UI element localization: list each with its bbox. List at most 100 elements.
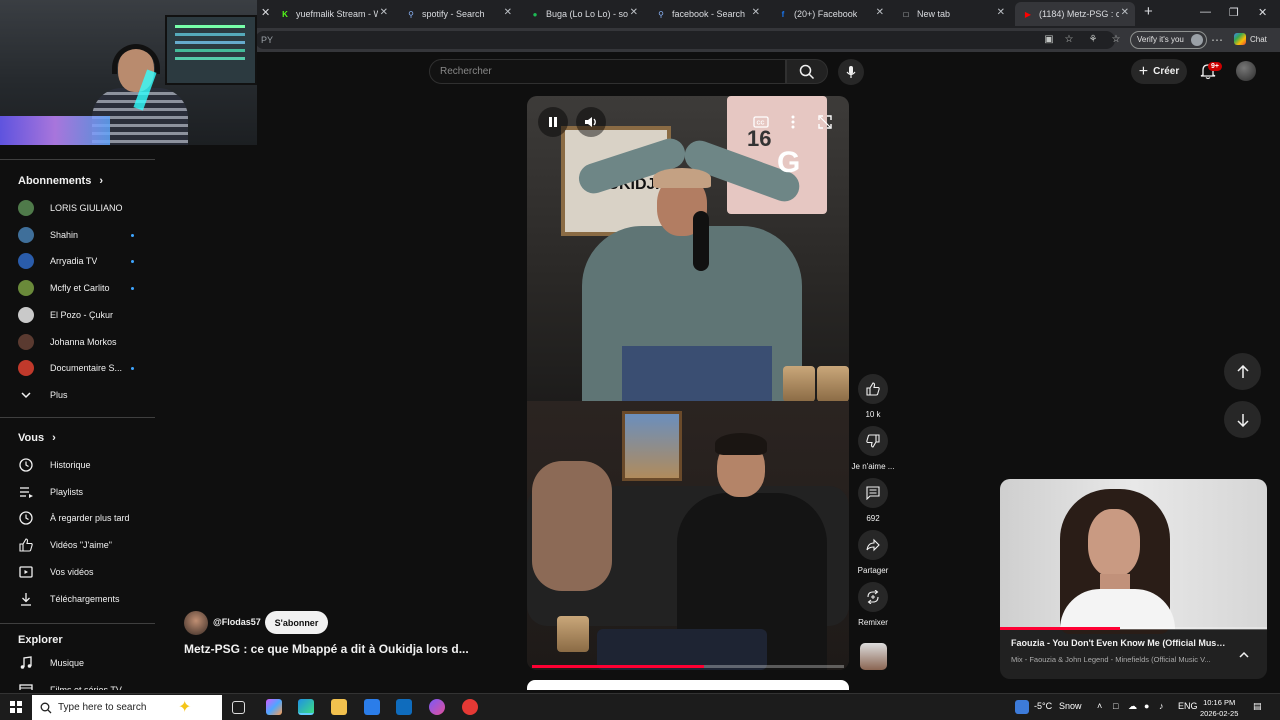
file-explorer-icon[interactable] bbox=[331, 699, 347, 715]
fullscreen-button[interactable] bbox=[815, 112, 835, 132]
subscriptions-heading[interactable]: Abonnements › bbox=[18, 175, 103, 187]
remix-button[interactable]: Remixer bbox=[850, 582, 896, 627]
share-button[interactable]: Partager bbox=[850, 530, 896, 575]
channel-avatar[interactable] bbox=[184, 611, 208, 635]
sidebar-item-films[interactable]: Films et séries TV bbox=[18, 680, 138, 690]
install-app-icon[interactable]: ▣ bbox=[1043, 34, 1055, 46]
tray-app-icon[interactable]: □ bbox=[1113, 701, 1118, 711]
original-sound-thumbnail[interactable] bbox=[860, 643, 887, 670]
sidebar-item-subscription[interactable]: Documentaire S... bbox=[18, 358, 138, 378]
more-menu-icon[interactable]: ⋯ bbox=[1211, 34, 1223, 46]
tab-close-icon[interactable]: ✕ bbox=[1121, 7, 1129, 18]
more-options-button[interactable] bbox=[783, 112, 803, 132]
browser-tab[interactable]: □ New tab ✕ bbox=[893, 2, 1011, 26]
outlook-icon[interactable] bbox=[396, 699, 412, 715]
tab-close-icon[interactable]: ✕ bbox=[380, 7, 388, 18]
sidebar-item-your-videos[interactable]: Vos vidéos bbox=[18, 562, 138, 582]
weather-temp[interactable]: -5°C bbox=[1034, 701, 1052, 711]
task-view-icon[interactable] bbox=[232, 701, 245, 714]
channel-handle[interactable]: @Flodas57 bbox=[213, 617, 261, 627]
sidebar-item-more[interactable]: Plus bbox=[18, 385, 138, 405]
sidebar-item-subscription[interactable]: Shahin bbox=[18, 225, 138, 245]
search-button[interactable] bbox=[786, 59, 828, 84]
comments-button[interactable]: 692 bbox=[856, 478, 890, 523]
edge-taskbar-icon[interactable] bbox=[298, 699, 314, 715]
miniplayer-progress-fill bbox=[1000, 627, 1121, 630]
tab-close-icon[interactable]: ✕ bbox=[997, 7, 1005, 18]
voice-search-button[interactable] bbox=[838, 59, 864, 85]
minimize-icon[interactable]: — bbox=[1200, 6, 1211, 18]
miniplayer-title[interactable]: Faouzia - You Don't Even Know Me (Offici… bbox=[1011, 638, 1226, 648]
sidebar-item-subscription[interactable]: Mcfly et Carlito bbox=[18, 278, 138, 298]
search-input[interactable]: Rechercher bbox=[429, 59, 786, 84]
copilot-taskbar-icon[interactable] bbox=[266, 699, 282, 715]
dislike-button[interactable]: Je n'aime ... bbox=[850, 426, 896, 471]
browser-tab[interactable]: Kyuefmalik Stream - Watc✕ bbox=[272, 2, 394, 26]
sidebar-item-subscription[interactable]: El Pozo - Çukur bbox=[18, 305, 138, 325]
messenger-icon[interactable] bbox=[429, 699, 445, 715]
captions-button[interactable]: CC bbox=[751, 112, 771, 132]
bookmark-star-icon[interactable]: ☆ bbox=[1063, 34, 1075, 46]
previous-short-button[interactable] bbox=[1224, 353, 1261, 390]
verify-profile-button[interactable]: Verify it's you bbox=[1130, 31, 1207, 49]
weather-icon[interactable] bbox=[1015, 700, 1029, 714]
copilot-chat-button[interactable]: Chat bbox=[1234, 33, 1267, 45]
user-avatar[interactable] bbox=[1236, 61, 1256, 81]
app-icon[interactable] bbox=[462, 699, 478, 715]
sidebar-item-thumb-up[interactable]: Vidéos "J'aime" bbox=[18, 535, 138, 555]
sidebar-item-subscription[interactable]: LORIS GIULIANO bbox=[18, 198, 138, 218]
shorts-video-player[interactable]: OUKIDJA 16 G CC bbox=[527, 96, 849, 670]
pause-button[interactable] bbox=[538, 107, 568, 137]
favorites-icon[interactable]: ☆ bbox=[1110, 34, 1122, 46]
address-bar[interactable]: PY bbox=[255, 31, 1115, 49]
taskbar-search-box[interactable]: Type here to search ✦ bbox=[32, 695, 222, 720]
sidebar-item-label: Vos vidéos bbox=[50, 566, 94, 577]
cloud-icon[interactable]: ☁ bbox=[1128, 701, 1137, 712]
speaker-icon[interactable]: ♪ bbox=[1159, 701, 1164, 711]
volume-button[interactable] bbox=[576, 107, 606, 137]
next-short-card[interactable] bbox=[527, 680, 849, 690]
tab-close-icon[interactable]: ✕ bbox=[630, 7, 638, 18]
browser-tab[interactable]: f (20+) Facebook ✕ bbox=[770, 2, 890, 26]
miniplayer-expand-button[interactable] bbox=[1236, 647, 1252, 663]
miniplayer-progress-bar[interactable] bbox=[1000, 627, 1267, 630]
like-button[interactable]: 10 k bbox=[856, 374, 890, 419]
maximize-icon[interactable]: ❐ bbox=[1229, 6, 1239, 19]
tab-close-icon[interactable]: ✕ bbox=[752, 7, 760, 18]
extensions-icon[interactable]: ⚘ bbox=[1087, 34, 1099, 46]
sidebar-item-download[interactable]: Téléchargements bbox=[18, 589, 138, 609]
store-icon[interactable] bbox=[364, 699, 380, 715]
create-button[interactable]: + Créer bbox=[1131, 59, 1187, 84]
language-indicator[interactable]: ENG bbox=[1178, 701, 1198, 711]
subscribe-button[interactable]: S'abonner bbox=[265, 611, 328, 634]
tray-chevron-icon[interactable]: ˄ bbox=[1097, 701, 1102, 711]
tab-close-icon[interactable]: ✕ bbox=[876, 7, 884, 18]
browser-tab[interactable]: ● Buga (Lo Lo Lo) - song a✕ bbox=[522, 2, 644, 26]
browser-tab[interactable]: ▶ (1184) Metz-PSG : c ✕ bbox=[1015, 2, 1135, 26]
tab-close-icon[interactable]: ✕ bbox=[261, 6, 270, 19]
you-heading[interactable]: Vous › bbox=[18, 432, 56, 444]
browser-tab[interactable]: ⚲ spotify - Search ✕ bbox=[398, 2, 518, 26]
windows-start-icon[interactable] bbox=[10, 701, 22, 713]
video-title[interactable]: Metz-PSG : ce que Mbappé a dit à Oukidja… bbox=[184, 642, 489, 656]
browser-tab[interactable]: ⚲ facebook - Search ✕ bbox=[648, 2, 766, 26]
sidebar-item-watch-later[interactable]: À regarder plus tard bbox=[18, 508, 138, 528]
notification-center-icon[interactable]: ▤ bbox=[1253, 701, 1262, 712]
new-tab-icon[interactable]: + bbox=[1144, 3, 1153, 20]
system-clock[interactable]: 10:16 PM 2026-02-25 bbox=[1200, 697, 1238, 719]
sidebar-item-history[interactable]: Historique bbox=[18, 455, 138, 475]
miniplayer-video[interactable] bbox=[1000, 479, 1267, 634]
mic-tray-icon[interactable]: ● bbox=[1144, 701, 1149, 711]
sidebar-item-playlists[interactable]: Playlists bbox=[18, 482, 138, 502]
sidebar-item-subscription[interactable]: Johanna Morkos bbox=[18, 332, 138, 352]
sidebar-item-music[interactable]: Musique bbox=[18, 653, 138, 673]
miniplayer[interactable]: Faouzia - You Don't Even Know Me (Offici… bbox=[1000, 479, 1267, 679]
explore-heading: Explorer bbox=[18, 634, 63, 646]
close-window-icon[interactable]: ✕ bbox=[1258, 6, 1267, 19]
sidebar-item-subscription[interactable]: Arryadia TV bbox=[18, 251, 138, 271]
weather-desc[interactable]: Snow bbox=[1059, 701, 1082, 711]
video-progress-bar[interactable] bbox=[532, 665, 844, 668]
next-short-button[interactable] bbox=[1224, 401, 1261, 438]
tab-close-icon[interactable]: ✕ bbox=[504, 7, 512, 18]
page-icon: □ bbox=[903, 9, 909, 19]
